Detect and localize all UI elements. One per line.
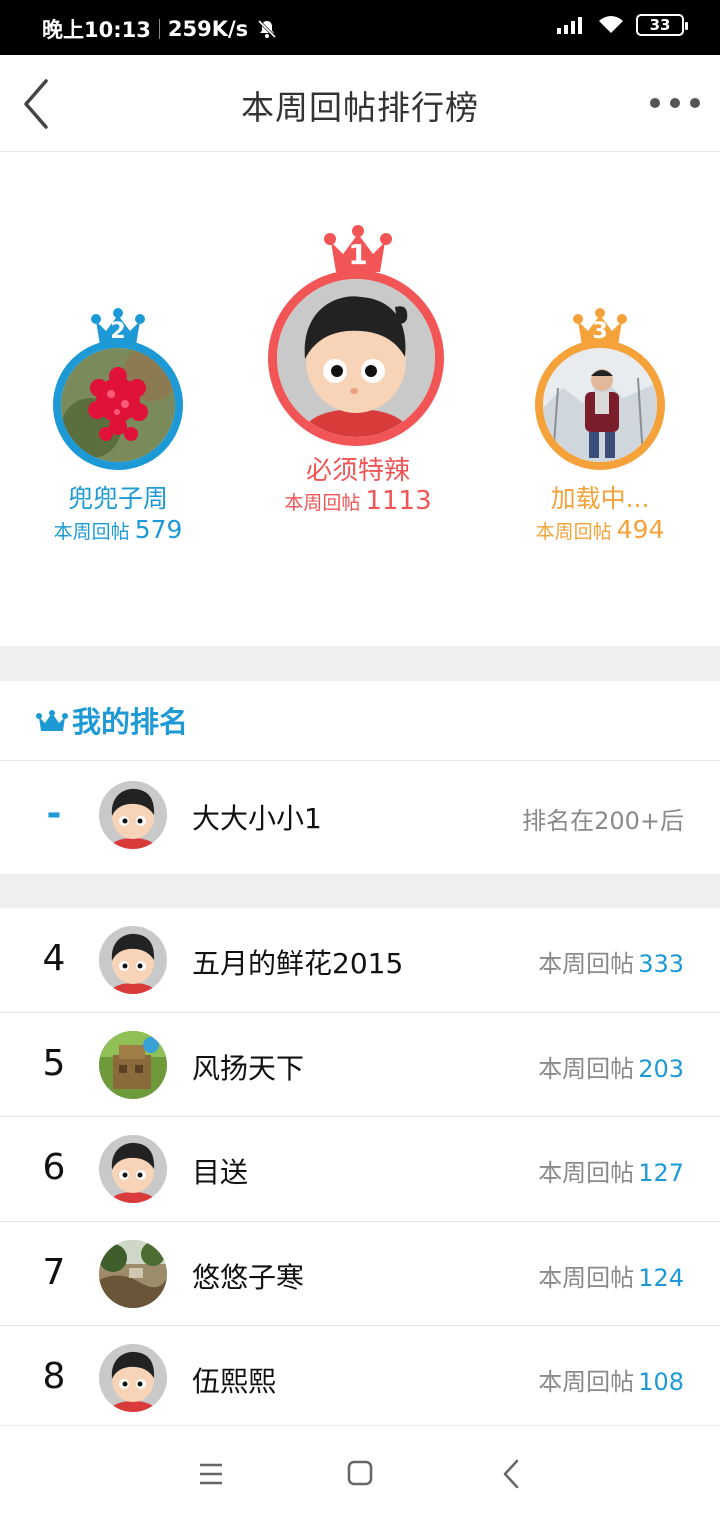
more-dots-icon <box>650 98 660 108</box>
network-speed: 259K/s <box>167 17 249 41</box>
avatar <box>99 1239 167 1308</box>
status-separator <box>158 19 160 39</box>
avatar <box>268 270 444 446</box>
podium-count: 本周回帖 579 <box>33 515 203 544</box>
section-divider <box>0 874 720 908</box>
my-rank-header: 我的排名 <box>0 681 720 761</box>
rank-number: 7 <box>42 1251 66 1293</box>
count-label: 本周回帖 <box>538 1054 635 1083</box>
podium-third[interactable]: 3 加载中... 本周回帖 494 <box>515 307 685 547</box>
user-name: 悠悠子寒 <box>192 1260 305 1294</box>
user-name: 伍熙熙 <box>192 1365 277 1399</box>
count-value: 124 <box>638 1263 684 1292</box>
more-dot <box>690 98 700 108</box>
user-name: 五月的鲜花2015 <box>192 947 404 980</box>
app-header: 本周回帖排行榜 <box>0 55 720 152</box>
podium-count: 本周回帖 1113 <box>263 486 453 516</box>
battery-icon: 33 <box>636 14 688 36</box>
user-name: 风扬天下 <box>192 1051 305 1085</box>
crown-icon: 1 <box>323 224 393 274</box>
nav-back-button[interactable] <box>492 1456 532 1492</box>
podium-second[interactable]: 2 兜兜子周 本周回帖 579 <box>33 307 203 547</box>
avatar <box>53 340 183 470</box>
list-item[interactable]: 4 五月的鲜花2015 本周回帖 333 <box>0 908 720 1013</box>
signal-icon <box>557 17 582 34</box>
count-value: 579 <box>134 515 183 544</box>
top-three-podium: 2 兜兜子周 本周回帖 579 1 必须特辣 本周回帖 1113 3 加载中..… <box>0 152 720 646</box>
rank-number: 8 <box>42 1356 66 1398</box>
status-right: 33 <box>556 14 688 36</box>
rank-number: - <box>46 793 62 834</box>
rank-number: 4 <box>42 938 66 979</box>
podium-name: 兜兜子周 <box>67 484 168 513</box>
list-item[interactable]: 8 伍熙熙 本周回帖 108 <box>0 1326 720 1431</box>
more-dot <box>670 98 680 108</box>
home-square-icon <box>347 1460 373 1486</box>
avatar <box>99 1030 167 1099</box>
rank-number: 5 <box>42 1042 66 1084</box>
count-value: 333 <box>638 950 684 978</box>
user-name: 目送 <box>192 1156 249 1190</box>
podium-name: 必须特辣 <box>305 456 410 486</box>
more-button[interactable] <box>650 91 700 115</box>
count-label: 本周回帖 <box>538 950 635 978</box>
count-value: 203 <box>638 1054 684 1083</box>
menu-icon <box>200 1463 222 1485</box>
count-value: 1113 <box>365 486 432 516</box>
count-value: 108 <box>638 1368 684 1397</box>
reply-count: 本周回帖 124 <box>538 1258 684 1293</box>
reply-count: 本周回帖 333 <box>538 944 684 979</box>
avatar <box>99 1135 167 1204</box>
user-name: 大大小小1 <box>192 802 322 835</box>
menu-button[interactable] <box>190 1456 230 1492</box>
list-item[interactable]: 6 目送 本周回帖 127 <box>0 1117 720 1222</box>
list-item[interactable]: 5 风扬天下 本周回帖 203 <box>0 1012 720 1118</box>
reply-count: 本周回帖 203 <box>538 1049 684 1084</box>
reply-count: 本周回帖 127 <box>538 1153 684 1188</box>
count-value: 494 <box>616 515 665 544</box>
status-time: 晚上10:13 <box>42 18 151 42</box>
page-title: 本周回帖排行榜 <box>241 88 479 127</box>
rank-number: 1 <box>348 238 368 271</box>
podium-name: 加载中... <box>550 484 650 513</box>
system-nav-bar <box>0 1425 720 1520</box>
section-divider <box>0 646 720 681</box>
count-label: 本周回帖 <box>284 492 361 514</box>
wifi-icon <box>599 16 623 33</box>
count-label: 本周回帖 <box>538 1368 635 1397</box>
count-label: 本周回帖 <box>53 521 130 543</box>
my-rank-row[interactable]: - 大大小小1 排名在200+后 <box>0 761 720 874</box>
count-label: 本周回帖 <box>538 1159 635 1188</box>
rank-number: 6 <box>42 1147 66 1189</box>
mute-bell-icon <box>258 19 277 39</box>
status-bar: 晚上10:13 259K/s 33 <box>0 0 720 55</box>
home-button[interactable] <box>340 1456 380 1492</box>
my-rank-title: 我的排名 <box>72 705 189 739</box>
podium-count: 本周回帖 494 <box>515 515 685 544</box>
avatar <box>99 1344 167 1413</box>
rank-status: 排名在200+后 <box>522 807 684 835</box>
count-label: 本周回帖 <box>535 521 612 543</box>
reply-count: 本周回帖 108 <box>538 1362 684 1397</box>
avatar <box>99 781 167 849</box>
avatar <box>535 340 665 470</box>
podium-first[interactable]: 1 必须特辣 本周回帖 1113 <box>263 224 453 524</box>
battery-level: 33 <box>649 16 671 34</box>
count-label: 本周回帖 <box>538 1263 635 1292</box>
crown-icon <box>36 710 68 731</box>
list-item[interactable]: 7 悠悠子寒 本周回帖 124 <box>0 1221 720 1327</box>
status-left: 晚上10:13 259K/s <box>42 14 278 44</box>
back-triangle-icon <box>503 1459 519 1489</box>
avatar <box>99 926 167 994</box>
count-value: 127 <box>638 1159 684 1188</box>
